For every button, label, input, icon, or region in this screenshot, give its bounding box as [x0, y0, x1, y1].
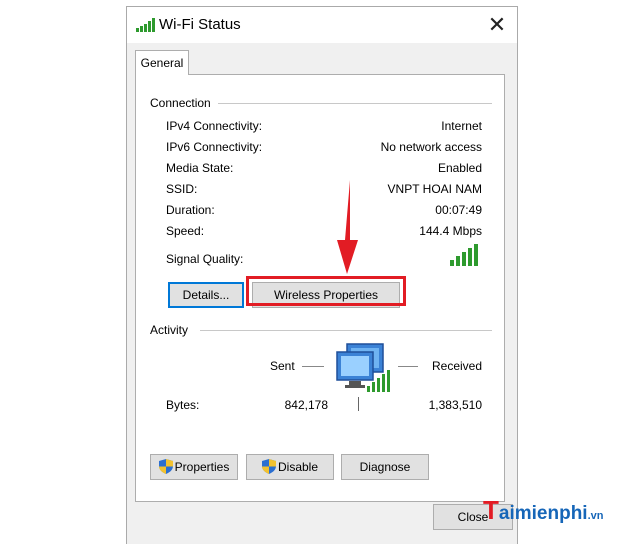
window-title: Wi-Fi Status [159, 16, 241, 33]
duration-value: 00:07:49 [435, 203, 482, 217]
red-arrow-icon [337, 180, 358, 274]
details-button[interactable]: Details... [168, 282, 244, 308]
network-computers-icon [336, 343, 390, 392]
media-state-label: Media State: [166, 161, 234, 175]
general-panel: Connection IPv4 Connectivity: Internet I… [135, 74, 505, 502]
title-bar: Wi-Fi Status ✕ [127, 7, 517, 43]
ipv6-label: IPv6 Connectivity: [166, 140, 263, 154]
diagnose-button[interactable]: Diagnose [341, 454, 429, 480]
activity-group-label: Activity [150, 323, 189, 337]
signal-quality-label: Signal Quality: [166, 252, 244, 266]
tab-general[interactable]: General [135, 50, 189, 75]
uac-shield-icon [158, 458, 173, 474]
media-state-value: Enabled [437, 161, 482, 175]
ssid-value: VNPT HOAI NAM [387, 182, 482, 196]
wifi-status-window: Wi-Fi Status ✕ General Connection IPv4 C… [126, 6, 518, 544]
uac-shield-icon [261, 458, 276, 474]
bytes-received-value: 1,383,510 [428, 398, 482, 412]
speed-value: 144.4 Mbps [419, 224, 482, 238]
signal-strength-icon [450, 244, 478, 266]
wifi-signal-icon [136, 18, 155, 32]
ssid-label: SSID: [166, 182, 198, 196]
properties-button-label: Properties [174, 460, 230, 474]
wireless-properties-button[interactable]: Wireless Properties [252, 282, 400, 308]
bytes-label: Bytes: [166, 398, 200, 412]
sent-label: Sent [270, 359, 295, 373]
connection-group-label: Connection [150, 96, 211, 110]
activity-separator [358, 397, 359, 411]
duration-label: Duration: [166, 203, 215, 217]
disable-button-label: Disable [277, 460, 319, 474]
activity-divider [200, 330, 492, 331]
speed-label: Speed: [166, 224, 205, 238]
connection-divider [218, 103, 492, 104]
sent-line [302, 366, 324, 367]
ipv6-value: No network access [380, 140, 482, 154]
ipv4-label: IPv4 Connectivity: [166, 119, 263, 133]
properties-button[interactable]: Properties [150, 454, 238, 480]
received-label: Received [432, 359, 483, 373]
disable-button[interactable]: Disable [246, 454, 334, 480]
close-icon[interactable]: ✕ [483, 11, 511, 39]
bytes-sent-value: 842,178 [284, 398, 328, 412]
received-line [398, 366, 418, 367]
ipv4-value: Internet [441, 119, 482, 133]
taimienphi-logo: Taimienphi.vn [483, 495, 604, 525]
